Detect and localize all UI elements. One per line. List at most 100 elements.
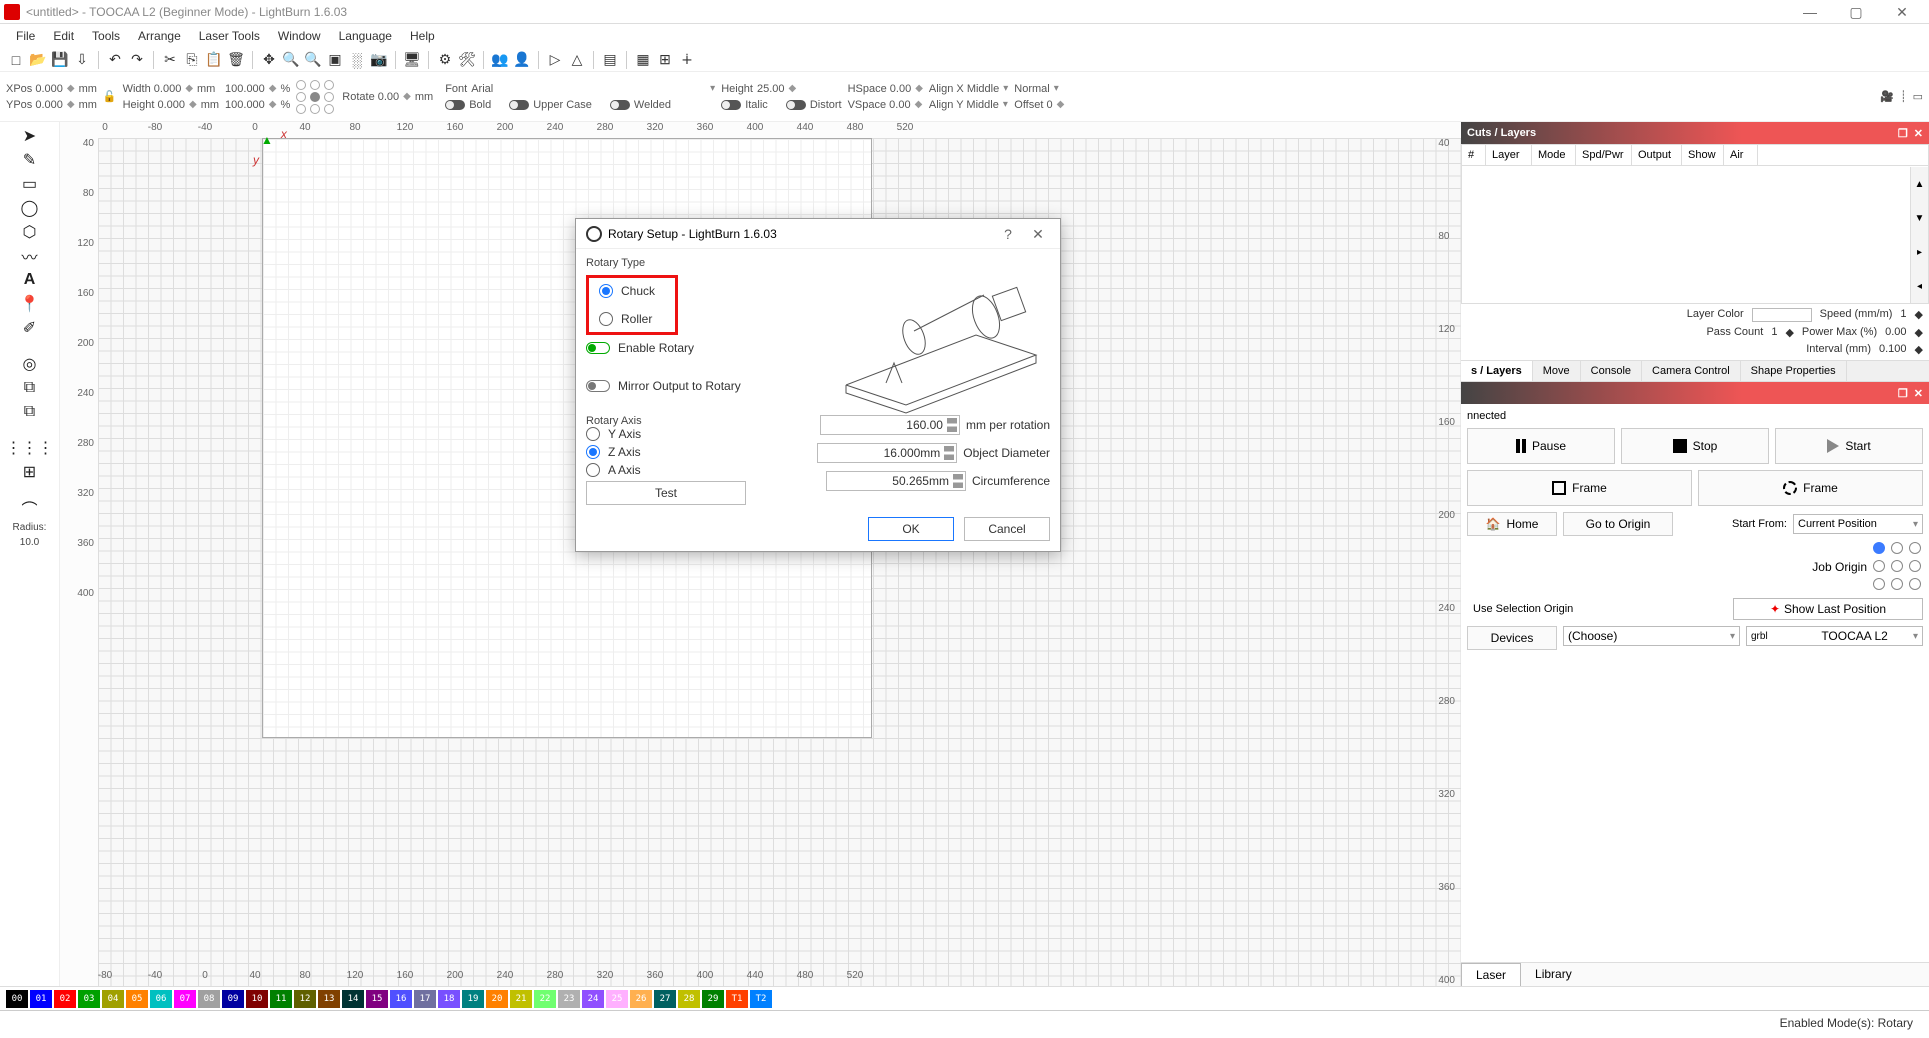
mm-per-rotation-field[interactable]: 160.00: [820, 415, 960, 435]
cuts-layers-table[interactable]: # Layer Mode Spd/Pwr Output Show Air ▲ ▼…: [1461, 144, 1929, 304]
box-icon[interactable]: ▭: [1913, 90, 1923, 103]
select-tool-icon[interactable]: ➤: [18, 126, 42, 146]
devices-button[interactable]: Devices: [1467, 626, 1557, 650]
welded-toggle[interactable]: [610, 100, 630, 110]
curve-tool-icon[interactable]: 〰: [18, 246, 42, 266]
flipy-icon[interactable]: △: [567, 50, 587, 70]
cuts-panel-titlebar[interactable]: Cuts / Layers ❐✕: [1461, 122, 1929, 144]
menu-edit[interactable]: Edit: [45, 27, 82, 45]
chevron-down-icon[interactable]: ▾: [710, 83, 715, 94]
menu-arrange[interactable]: Arrange: [130, 27, 189, 45]
offset-shape-icon[interactable]: ◎: [18, 354, 42, 374]
import-icon[interactable]: ⇩: [72, 50, 92, 70]
zoom-out-icon[interactable]: 🔍: [303, 50, 323, 70]
spin-icon[interactable]: ◆: [1057, 99, 1065, 110]
tabs-icon[interactable]: ⌒: [18, 498, 42, 518]
alignx-label[interactable]: Align X Middle: [929, 83, 999, 95]
menu-laser-tools[interactable]: Laser Tools: [191, 27, 268, 45]
spin-icon[interactable]: ◆: [1915, 308, 1923, 322]
panel-close-icon[interactable]: ✕: [1914, 128, 1923, 140]
tab-console[interactable]: Console: [1581, 361, 1642, 381]
preview-icon[interactable]: 🖥: [402, 50, 422, 70]
cancel-button[interactable]: Cancel: [964, 517, 1050, 541]
offset-label[interactable]: Offset 0: [1014, 99, 1052, 111]
color-swatch-27[interactable]: 27: [654, 990, 676, 1008]
color-swatch-01[interactable]: 01: [30, 990, 52, 1008]
col-layer[interactable]: Layer: [1486, 145, 1532, 165]
tab-move[interactable]: Move: [1533, 361, 1581, 381]
text-height-value[interactable]: 25.00: [757, 83, 785, 95]
normal-label[interactable]: Normal: [1014, 83, 1049, 95]
tab-shape-props[interactable]: Shape Properties: [1741, 361, 1847, 381]
col-output[interactable]: Output: [1632, 145, 1682, 165]
y-axis-radio[interactable]: Y Axis: [586, 427, 746, 441]
undo-icon[interactable]: ↶: [105, 50, 125, 70]
col-show[interactable]: Show: [1682, 145, 1724, 165]
italic-toggle[interactable]: [721, 100, 741, 110]
pause-button[interactable]: Pause: [1467, 428, 1615, 464]
color-swatch-T2[interactable]: T2: [750, 990, 772, 1008]
dialog-close-button[interactable]: ✕: [1026, 222, 1050, 246]
spin-icon[interactable]: ◆: [269, 83, 277, 94]
menu-help[interactable]: Help: [402, 27, 443, 45]
chuck-radio[interactable]: Chuck: [599, 284, 665, 298]
move-left-icon[interactable]: ◂: [1917, 281, 1922, 292]
color-swatch-02[interactable]: 02: [54, 990, 76, 1008]
anchor-dot[interactable]: [310, 104, 320, 114]
anchor-dot[interactable]: [296, 92, 306, 102]
tab-laser[interactable]: Laser: [1461, 963, 1521, 986]
a-axis-radio[interactable]: A Axis: [586, 463, 746, 477]
panel-popout-icon[interactable]: ❐: [1898, 388, 1908, 400]
upper-toggle[interactable]: [509, 100, 529, 110]
tab-cuts-layers[interactable]: s / Layers: [1461, 361, 1533, 381]
menu-language[interactable]: Language: [331, 27, 400, 45]
device-icon[interactable]: 🛠: [457, 50, 477, 70]
redo-icon[interactable]: ↷: [127, 50, 147, 70]
start-from-select[interactable]: Current Position▾: [1793, 514, 1923, 534]
zoom-sel-icon[interactable]: ░: [347, 50, 367, 70]
anchor-dot[interactable]: [296, 80, 306, 90]
color-swatch-13[interactable]: 13: [318, 990, 340, 1008]
panel-close-icon[interactable]: ✕: [1914, 388, 1923, 400]
color-swatch-16[interactable]: 16: [390, 990, 412, 1008]
distort-toggle[interactable]: [786, 100, 806, 110]
spin-icon[interactable]: ◆: [789, 83, 797, 94]
start-button[interactable]: Start: [1775, 428, 1923, 464]
device-select[interactable]: grbl TOOCAA L2▾: [1746, 626, 1923, 646]
spin-icon[interactable]: ◆: [915, 83, 923, 94]
color-swatch-04[interactable]: 04: [102, 990, 124, 1008]
cut-icon[interactable]: ✂: [160, 50, 180, 70]
chevron-down-icon[interactable]: ▾: [1054, 83, 1059, 94]
anchor-dot[interactable]: [324, 80, 334, 90]
close-button[interactable]: ✕: [1879, 0, 1925, 24]
circumference-field[interactable]: 50.265mm: [826, 471, 966, 491]
roller-radio[interactable]: Roller: [599, 312, 665, 326]
pass-count-value[interactable]: 1: [1771, 326, 1777, 339]
color-swatch-06[interactable]: 06: [150, 990, 172, 1008]
radius-value[interactable]: 10.0: [20, 537, 39, 548]
color-swatch-11[interactable]: 11: [270, 990, 292, 1008]
spin-icon[interactable]: ◆: [185, 83, 193, 94]
color-swatch-20[interactable]: 20: [486, 990, 508, 1008]
port-select[interactable]: (Choose)▾: [1563, 626, 1740, 646]
settings-icon[interactable]: ⚙: [435, 50, 455, 70]
stop-button[interactable]: Stop: [1621, 428, 1769, 464]
color-swatch-26[interactable]: 26: [630, 990, 652, 1008]
move-down-icon[interactable]: ▼: [1915, 213, 1925, 224]
frame-circle-button[interactable]: Frame: [1698, 470, 1923, 506]
color-swatch-09[interactable]: 09: [222, 990, 244, 1008]
copy-icon[interactable]: ⎘: [182, 50, 202, 70]
text-tool-icon[interactable]: A: [18, 270, 42, 290]
menu-file[interactable]: File: [8, 27, 43, 45]
color-swatch-28[interactable]: 28: [678, 990, 700, 1008]
snap-icon[interactable]: ∔: [677, 50, 697, 70]
color-swatch-22[interactable]: 22: [534, 990, 556, 1008]
array-circular-icon[interactable]: ⊞: [18, 462, 42, 482]
spin-icon[interactable]: ◆: [189, 99, 197, 110]
pan-icon[interactable]: ✥: [259, 50, 279, 70]
tab-library[interactable]: Library: [1521, 963, 1586, 986]
color-swatch-T1[interactable]: T1: [726, 990, 748, 1008]
dialog-help-button[interactable]: ?: [996, 222, 1020, 246]
grid-icon[interactable]: ⊞: [655, 50, 675, 70]
z-axis-radio[interactable]: Z Axis: [586, 445, 746, 459]
